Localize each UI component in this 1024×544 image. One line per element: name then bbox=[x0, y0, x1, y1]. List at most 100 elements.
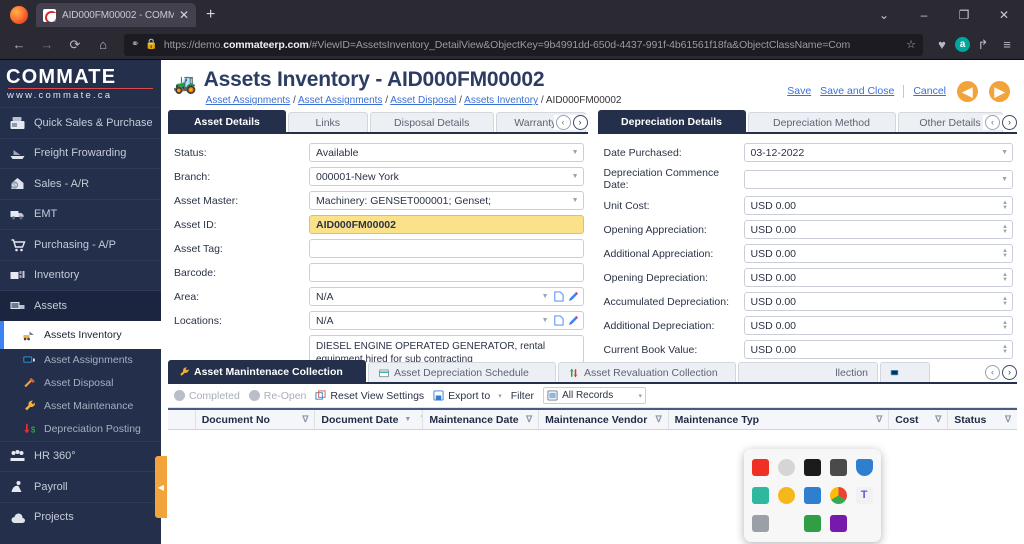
sidebar-item-sales-ar[interactable]: $ Sales - A/R bbox=[0, 168, 161, 199]
sidebar-item-quick-sales-purchase[interactable]: Quick Sales & Purchase bbox=[0, 107, 161, 138]
new-record-icon[interactable] bbox=[553, 291, 564, 302]
chrome-icon[interactable] bbox=[829, 486, 847, 504]
shield-icon[interactable]: ⚭ bbox=[131, 39, 139, 50]
tab-asset-maintenance-collection[interactable]: Asset Manintenace Collection bbox=[168, 360, 366, 382]
spinner-icon[interactable]: ▲ ▼ bbox=[1002, 200, 1008, 211]
tab-extra-collection[interactable] bbox=[880, 362, 930, 382]
completed-button[interactable]: Completed bbox=[174, 390, 240, 402]
account-avatar[interactable]: a bbox=[955, 37, 970, 52]
chevron-down-icon[interactable]: ▾ bbox=[639, 392, 643, 400]
close-icon[interactable]: ✕ bbox=[178, 9, 190, 21]
additional-depreciation-input[interactable]: USD 0.00 ▲ ▼ bbox=[743, 316, 1013, 335]
chevron-down-icon[interactable]: ▼ bbox=[542, 317, 549, 324]
spinner-icon[interactable]: ▲ ▼ bbox=[1002, 344, 1008, 355]
window-close-icon[interactable]: ✕ bbox=[984, 0, 1024, 30]
forward-icon[interactable]: → bbox=[34, 33, 60, 57]
locations-lookup[interactable]: N/A ▼ bbox=[309, 311, 584, 330]
mouse-icon[interactable] bbox=[778, 514, 796, 532]
tab-depreciation-details[interactable]: Depreciation Details bbox=[597, 110, 746, 132]
chevron-down-icon[interactable]: ▼ bbox=[572, 149, 579, 156]
cancel-button[interactable]: Cancel bbox=[913, 85, 946, 97]
sidebar-item-asset-assignments[interactable]: Asset Assignments bbox=[0, 349, 161, 372]
sidebar-item-purchasing-ap[interactable]: Purchasing - A/P bbox=[0, 229, 161, 260]
reopen-button[interactable]: Re-Open bbox=[248, 390, 306, 402]
chevron-down-icon[interactable]: ▼ bbox=[572, 197, 579, 204]
reset-view-settings-button[interactable]: Reset View Settings bbox=[315, 390, 424, 402]
back-icon[interactable]: ← bbox=[6, 33, 32, 57]
breadcrumb-link[interactable]: Asset Disposal bbox=[390, 95, 456, 106]
filter-icon[interactable]: ∇ bbox=[296, 414, 308, 425]
area-lookup[interactable]: N/A ▼ bbox=[309, 287, 584, 306]
chevron-down-icon[interactable]: ▼ bbox=[1001, 149, 1008, 156]
filter-icon[interactable]: ∇ bbox=[650, 414, 662, 425]
tab-scroll-left-icon[interactable]: ‹ bbox=[555, 115, 571, 130]
pocket-icon[interactable]: ♥ bbox=[931, 33, 953, 57]
depreciation-commence-date-input[interactable]: ▼ bbox=[743, 169, 1013, 189]
status-select[interactable]: Available ▼ bbox=[309, 143, 584, 162]
edit-record-icon[interactable] bbox=[568, 315, 579, 326]
printer-icon[interactable] bbox=[752, 514, 770, 532]
sidebar-collapse-handle[interactable]: ◀ bbox=[155, 456, 167, 518]
tab-scroll-left-icon[interactable]: ‹ bbox=[985, 115, 1000, 130]
tab-asset-depreciation-schedule[interactable]: Asset Depreciation Schedule bbox=[368, 362, 556, 382]
restore-icon[interactable]: ❐ bbox=[944, 0, 984, 30]
tab-asset-revaluation-collection[interactable]: Asset Revaluation Collection bbox=[558, 362, 736, 382]
filter-select[interactable]: All Records ▾ bbox=[543, 387, 647, 404]
save-button[interactable]: Save bbox=[787, 85, 811, 97]
chevron-down-icon[interactable]: ▼ bbox=[542, 293, 549, 300]
breadcrumb-link[interactable]: Asset Assignments bbox=[298, 95, 382, 106]
monitor-blue-icon[interactable] bbox=[803, 486, 821, 504]
sidebar-item-payroll[interactable]: Payroll bbox=[0, 471, 161, 502]
barcode-input[interactable] bbox=[309, 263, 584, 282]
extensions-icon[interactable]: ↱ bbox=[972, 33, 994, 57]
column-cost[interactable]: Cost ∇ bbox=[889, 410, 949, 429]
chevron-down-icon[interactable]: ▼ bbox=[1001, 176, 1008, 183]
minimize-icon[interactable]: – bbox=[904, 0, 944, 30]
column-status[interactable]: Status ∇ bbox=[948, 410, 1017, 429]
sidebar-item-hr-360[interactable]: HR 360° bbox=[0, 440, 161, 472]
sidebar-item-projects[interactable]: Projects bbox=[0, 501, 161, 533]
current-book-value-input[interactable]: USD 0.00 ▲ ▼ bbox=[743, 340, 1013, 359]
new-record-icon[interactable] bbox=[553, 315, 564, 326]
map-icon[interactable] bbox=[803, 514, 821, 532]
sidebar-item-assets-inventory[interactable]: Assets Inventory bbox=[0, 320, 161, 349]
sidebar-item-inventory[interactable]: Inventory bbox=[0, 259, 161, 291]
sidebar-item-asset-maintenance[interactable]: Asset Maintenance bbox=[0, 395, 161, 418]
sidebar-item-freight-frowarding[interactable]: Freight Frowarding bbox=[0, 137, 161, 169]
filter-icon[interactable]: ∇ bbox=[520, 414, 532, 425]
asset-master-select[interactable]: Machinery: GENSET000001; Genset; ▼ bbox=[309, 191, 584, 210]
column-document-date[interactable]: Document Date ▼ ∇ bbox=[315, 410, 424, 429]
terminal-icon[interactable] bbox=[803, 459, 821, 477]
tab-scroll-right-icon[interactable]: › bbox=[572, 115, 588, 130]
sidebar-item-asset-disposal[interactable]: Asset Disposal bbox=[0, 372, 161, 395]
asset-id-input[interactable]: AID000FM00002 bbox=[309, 215, 584, 234]
spinner-icon[interactable]: ▲ ▼ bbox=[1002, 248, 1008, 259]
url-bar[interactable]: ⚭ 🔒 https://demo.commateerp.com/#ViewID=… bbox=[124, 33, 923, 56]
filter-icon[interactable]: ∇ bbox=[415, 414, 422, 425]
tab-scroll-right-icon[interactable]: › bbox=[1002, 115, 1017, 130]
accumulated-depreciation-input[interactable]: USD 0.00 ▲ ▼ bbox=[743, 292, 1013, 311]
filter-icon[interactable]: ∇ bbox=[870, 414, 882, 425]
edit-record-icon[interactable] bbox=[568, 291, 579, 302]
sidebar-item-emt[interactable]: EMT bbox=[0, 198, 161, 230]
column-maintenance-type[interactable]: Maintenance Typ ∇ bbox=[669, 410, 890, 429]
new-tab-button[interactable]: + bbox=[196, 5, 225, 25]
unit-cost-input[interactable]: USD 0.00 ▲ ▼ bbox=[743, 196, 1013, 215]
spinner-icon[interactable]: ▲ ▼ bbox=[1002, 296, 1008, 307]
chevron-down-icon[interactable]: ▾ bbox=[498, 392, 502, 400]
breadcrumb-link[interactable]: Asset Assignments bbox=[206, 95, 290, 106]
opening-appreciation-input[interactable]: USD 0.00 ▲ ▼ bbox=[743, 220, 1013, 239]
tab-disposal-details[interactable]: Disposal Details bbox=[369, 112, 494, 132]
tab-depreciation-method[interactable]: Depreciation Method bbox=[747, 112, 896, 132]
breadcrumb-link[interactable]: Assets Inventory bbox=[464, 95, 538, 106]
next-record-icon[interactable]: ▶ bbox=[989, 80, 1010, 102]
chevron-down-icon[interactable]: ▼ bbox=[572, 173, 579, 180]
tab-scroll-right-icon[interactable]: › bbox=[1002, 365, 1017, 380]
tab-asset-details[interactable]: Asset Details bbox=[168, 110, 286, 132]
list-all-tabs-icon[interactable]: ⌄ bbox=[864, 0, 904, 30]
reload-icon[interactable]: ⟳ bbox=[62, 33, 88, 57]
column-maintenance-vendor[interactable]: Maintenance Vendor ∇ bbox=[539, 410, 669, 429]
spinner-icon[interactable]: ▲ ▼ bbox=[1002, 320, 1008, 331]
additional-appreciation-input[interactable]: USD 0.00 ▲ ▼ bbox=[743, 244, 1013, 263]
media-player-icon[interactable] bbox=[752, 459, 770, 477]
